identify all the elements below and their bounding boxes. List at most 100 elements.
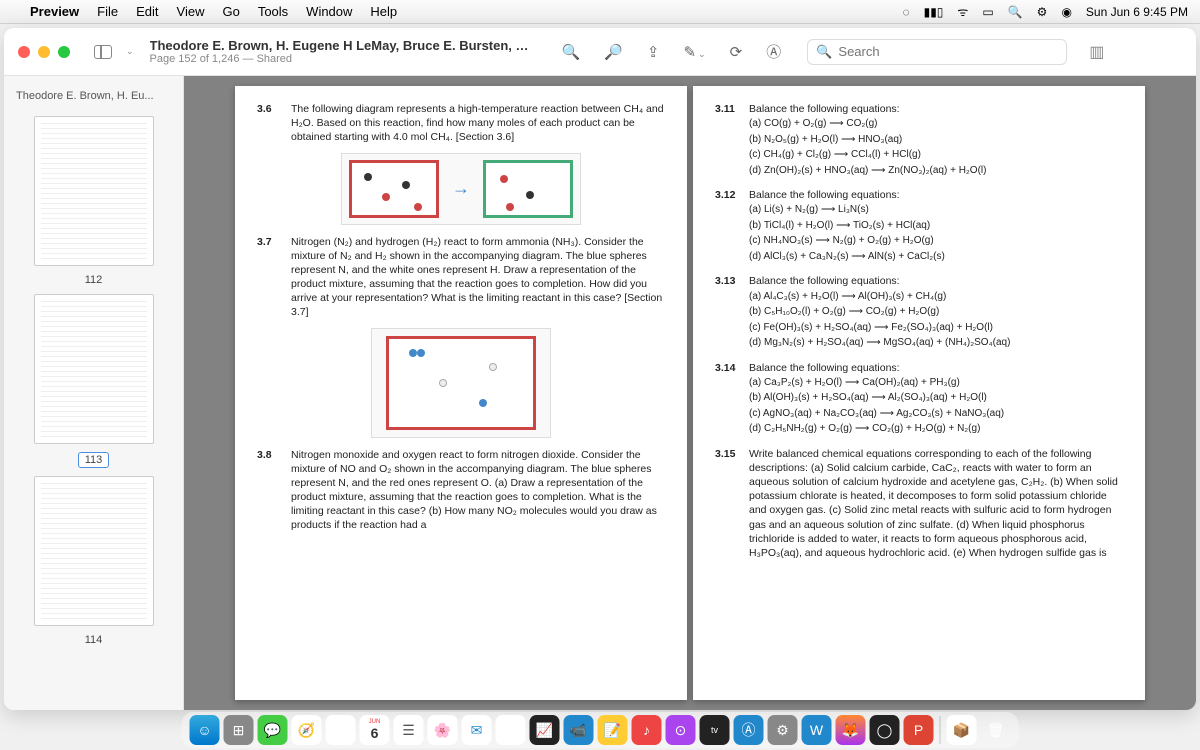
app-name[interactable]: Preview (30, 4, 79, 19)
tabs-icon[interactable]: ▥ (1089, 42, 1104, 62)
equation: (c) AgNO₃(aq) + Na₂CO₃(aq) ⟶ Ag₂CO₃(s) +… (749, 406, 1123, 422)
firefox-app-icon[interactable]: 🦊 (836, 715, 866, 745)
problem-number: 3.14 (715, 361, 741, 375)
zoom-app-icon[interactable]: 📹 (564, 715, 594, 745)
fullscreen-button[interactable] (58, 46, 70, 58)
equation: (a) Al₄C₃(s) + H₂O(l) ⟶ Al(OH)₃(s) + CH₄… (749, 289, 1123, 305)
equation: (a) Li(s) + N₂(g) ⟶ Li₃N(s) (749, 202, 1123, 218)
equation: (d) Zn(OH)₂(s) + HNO₃(aq) ⟶ Zn(NO₃)₂(aq)… (749, 163, 1123, 179)
loop-icon[interactable]: ◌ (902, 5, 909, 19)
menu-tools[interactable]: Tools (258, 4, 288, 19)
document-page-status: Page 152 of 1,246 — Shared (150, 53, 530, 65)
reminders-app-icon[interactable]: ☰ (394, 715, 424, 745)
problem-text: Balance the following equations: (749, 102, 1123, 116)
equation: (b) N₂O₅(g) + H₂O(l) ⟶ HNO₃(aq) (749, 132, 1123, 148)
launchpad-app-icon[interactable]: ⊞ (224, 715, 254, 745)
problem-number: 3.8 (257, 448, 283, 533)
menu-edit[interactable]: Edit (136, 4, 158, 19)
equation: (c) CH₄(g) + Cl₂(g) ⟶ CCl₄(l) + HCl(g) (749, 147, 1123, 163)
thumbnail-page-number: 112 (12, 274, 175, 286)
equation: (b) TiCl₄(l) + H₂O(l) ⟶ TiO₂(s) + HCl(aq… (749, 218, 1123, 234)
menu-view[interactable]: View (177, 4, 205, 19)
photos-app-icon[interactable]: 🌸 (428, 715, 458, 745)
search-input[interactable] (838, 44, 1058, 59)
equation: (c) NH₄NO₃(s) ⟶ N₂(g) + O₂(g) + H₂O(g) (749, 233, 1123, 249)
dock-divider (940, 716, 941, 744)
display-icon[interactable]: ▭ (982, 5, 993, 19)
share-icon[interactable]: ⇪ (647, 43, 660, 61)
trash-icon[interactable]: 🗑 (981, 715, 1011, 745)
highlight-icon[interactable]: Ⓐ (766, 41, 781, 62)
menu-window[interactable]: Window (306, 4, 352, 19)
problem-number: 3.7 (257, 235, 283, 320)
document-viewport[interactable]: 3.6 The following diagram represents a h… (184, 76, 1196, 710)
word-app-icon[interactable]: W (802, 715, 832, 745)
macos-dock[interactable]: ☺ ⊞ 💬 🧭 ◉ JUN6 ☰ 🌸 ✉ 🖼 📈 📹 📝 ♪ ⊙ tv Ⓐ ⚙ … (182, 712, 1019, 748)
powerpoint-app-icon[interactable]: P (904, 715, 934, 745)
sidebar-doc-label: Theodore E. Brown, H. Eu... (12, 84, 175, 108)
document-title: Theodore E. Brown, H. Eugene H LeMay, Br… (150, 38, 530, 53)
thumbnail-page-number: 114 (12, 634, 175, 646)
music-app-icon[interactable]: ♪ (632, 715, 662, 745)
notes-app-icon[interactable]: 📝 (598, 715, 628, 745)
rotate-icon[interactable]: ⟳ (730, 43, 743, 61)
menu-file[interactable]: File (97, 4, 118, 19)
close-button[interactable] (18, 46, 30, 58)
macos-menubar: Preview File Edit View Go Tools Window H… (0, 0, 1200, 24)
appstore-app-icon[interactable]: Ⓐ (734, 715, 764, 745)
page-thumbnail[interactable] (34, 294, 154, 444)
search-field[interactable]: 🔍 (807, 39, 1067, 65)
thumbnails-sidebar[interactable]: Theodore E. Brown, H. Eu... 112 113 114 (4, 76, 184, 710)
downloads-stack-icon[interactable]: 📦 (947, 715, 977, 745)
equation: (d) AlCl₃(s) + Ca₃N₂(s) ⟶ AlN(s) + CaCl₂… (749, 249, 1123, 265)
control-center-icon[interactable]: ⚙ (1037, 5, 1048, 19)
finder-app-icon[interactable]: ☺ (190, 715, 220, 745)
problem-number: 3.6 (257, 102, 283, 145)
equation: (d) Mg₃N₂(s) + H₂SO₄(aq) ⟶ MgSO₄(aq) + (… (749, 335, 1123, 351)
sidebar-toggle-icon[interactable] (94, 45, 112, 59)
menu-help[interactable]: Help (370, 4, 397, 19)
wifi-icon[interactable]: ᯤ (957, 3, 968, 20)
equation: (b) Al(OH)₃(s) + H₂SO₄(aq) ⟶ Al₂(SO₄)₃(a… (749, 390, 1123, 406)
problem-text: Nitrogen monoxide and oxygen react to fo… (291, 448, 665, 533)
chevron-down-icon[interactable]: ⌄ (126, 46, 134, 57)
page-thumbnail[interactable] (34, 116, 154, 266)
problem-number: 3.11 (715, 102, 741, 116)
spotlight-icon[interactable]: 🔍 (1008, 5, 1023, 19)
zoom-in-icon[interactable]: 🔎 (604, 43, 623, 61)
preview-app-icon[interactable]: 🖼 (496, 715, 526, 745)
page-thumbnail[interactable] (34, 476, 154, 626)
settings-app-icon[interactable]: ⚙ (768, 715, 798, 745)
problem-text: Balance the following equations: (749, 361, 1123, 375)
problem-text: The following diagram represents a high-… (291, 102, 665, 145)
search-icon: 🔍 (816, 44, 832, 60)
problem-text: Write balanced chemical equations corres… (749, 447, 1123, 560)
problem-number: 3.13 (715, 274, 741, 288)
zoom-out-icon[interactable]: 🔍 (562, 43, 581, 61)
chrome-app-icon[interactable]: ◉ (326, 715, 356, 745)
mail-app-icon[interactable]: ✉ (462, 715, 492, 745)
problem-number: 3.15 (715, 447, 741, 560)
reaction-diagram: → (341, 153, 581, 225)
siri-icon[interactable]: ◉ (1061, 5, 1071, 19)
podcasts-app-icon[interactable]: ⊙ (666, 715, 696, 745)
menu-go[interactable]: Go (222, 4, 239, 19)
markup-icon[interactable]: ✎⌄ (684, 43, 706, 61)
problem-text: Balance the following equations: (749, 274, 1123, 288)
battery-icon[interactable]: ▮▮▯ (924, 5, 944, 19)
messages-app-icon[interactable]: 💬 (258, 715, 288, 745)
problem-number: 3.12 (715, 188, 741, 202)
clock[interactable]: Sun Jun 6 9:45 PM (1086, 5, 1188, 19)
equation: (d) C₂H₅NH₂(g) + O₂(g) ⟶ CO₂(g) + H₂O(g)… (749, 421, 1123, 437)
pdf-page-right: 3.11 Balance the following equations: (a… (693, 86, 1145, 700)
equation: (c) Fe(OH)₃(s) + H₂SO₄(aq) ⟶ Fe₂(SO₄)₃(a… (749, 320, 1123, 336)
minimize-button[interactable] (38, 46, 50, 58)
pdf-page-left: 3.6 The following diagram represents a h… (235, 86, 687, 700)
equation: (a) Ca₃P₂(s) + H₂O(l) ⟶ Ca(OH)₂(aq) + PH… (749, 375, 1123, 391)
tv-app-icon[interactable]: tv (700, 715, 730, 745)
stocks-app-icon[interactable]: 📈 (530, 715, 560, 745)
calendar-app-icon[interactable]: JUN6 (360, 715, 390, 745)
obs-app-icon[interactable]: ◯ (870, 715, 900, 745)
thumbnail-page-number-selected[interactable]: 113 (78, 452, 110, 468)
safari-app-icon[interactable]: 🧭 (292, 715, 322, 745)
